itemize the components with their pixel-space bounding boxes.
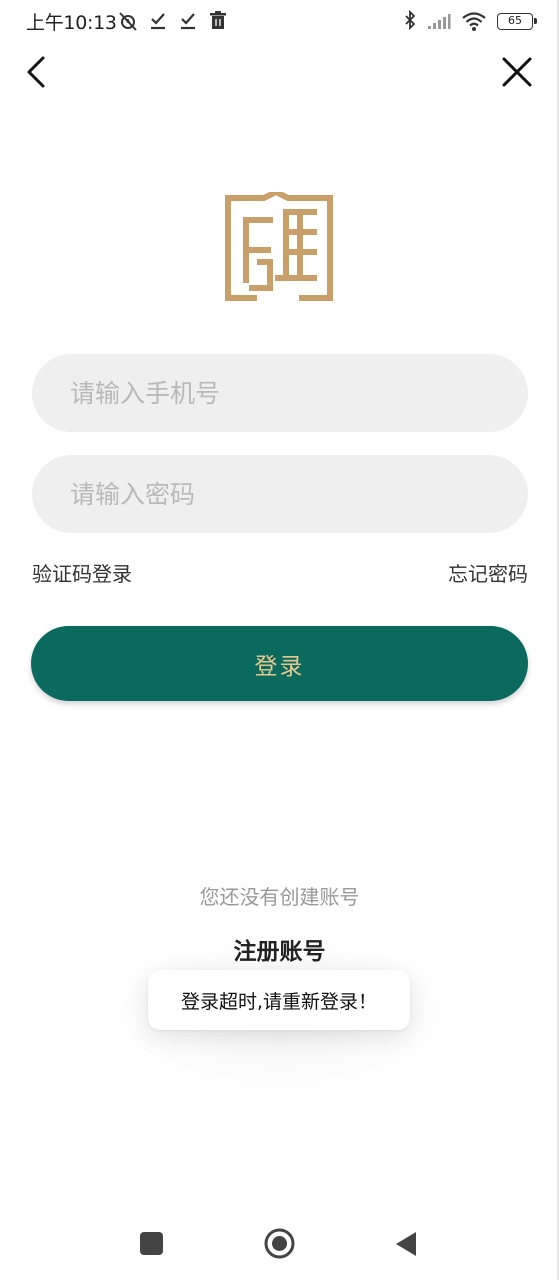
- no-account-text: 您还没有创建账号: [199, 885, 360, 909]
- close-button[interactable]: [497, 52, 537, 92]
- signal-icon: [428, 14, 451, 29]
- back-button[interactable]: [20, 52, 60, 92]
- status-right-icons: 65: [403, 9, 537, 33]
- battery-level: 65: [508, 13, 522, 27]
- bluetooth-icon: [405, 10, 416, 31]
- system-back-button[interactable]: [394, 1230, 418, 1258]
- password-input[interactable]: [32, 455, 528, 533]
- login-page: 上午10:13 65 请输入手机号 验证码登录 忘记密码 登录 您还没有创建账号…: [0, 0, 559, 1280]
- forgot-password-link[interactable]: 忘记密码: [448, 558, 528, 587]
- login-button[interactable]: 登录: [31, 626, 528, 701]
- app-logo: [225, 192, 333, 301]
- download-check-icon: [151, 13, 165, 30]
- battery-icon: 65: [497, 12, 537, 30]
- toast-message: 登录超时,请重新登录！: [148, 970, 410, 1030]
- phone-input[interactable]: [32, 354, 528, 432]
- recent-apps-button[interactable]: [140, 1232, 163, 1255]
- status-time: 上午10:13: [26, 12, 117, 34]
- sms-login-link[interactable]: 验证码登录: [32, 558, 132, 587]
- home-button[interactable]: [264, 1228, 295, 1259]
- download-check-icon: [181, 13, 195, 30]
- status-bar: 上午10:13 65: [0, 0, 559, 44]
- wifi-icon: [462, 12, 486, 31]
- alarm-off-icon: [119, 12, 137, 31]
- status-left-icons: [118, 9, 228, 33]
- trash-icon: [210, 11, 226, 29]
